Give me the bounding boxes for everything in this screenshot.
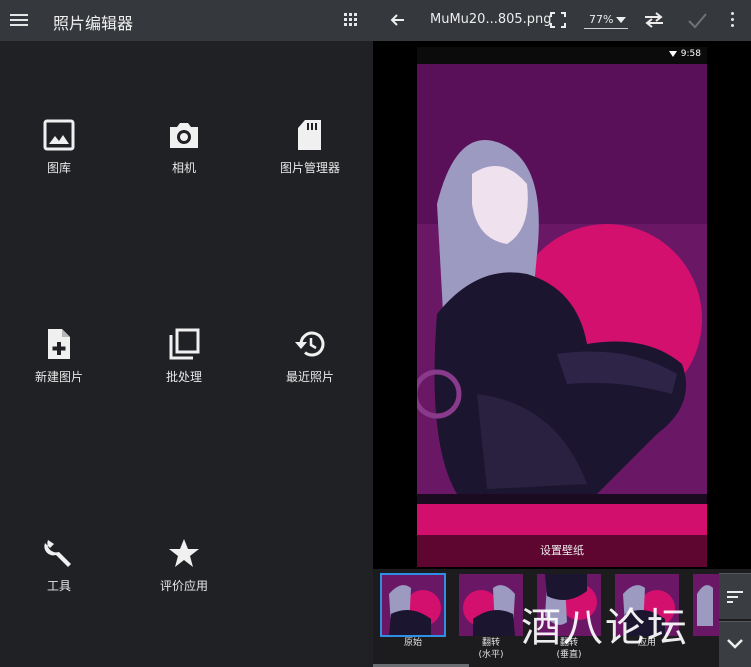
- app-root: 照片编辑器 图库 相机 图片管理器 新建图片 批处理 最近照片 工具 评价应用 …: [0, 0, 751, 667]
- tile-label: 图库: [46, 161, 71, 175]
- editor-panel: MuMu20...805.png 77% 9:58 设置壁纸 原始 翻转 (水平…: [373, 0, 751, 667]
- tile-image-manager[interactable]: 图片管理器: [255, 118, 365, 188]
- file-name: MuMu20...805.png: [430, 12, 552, 27]
- sd-card-icon: [298, 120, 321, 150]
- thumbnail-image: [459, 574, 523, 636]
- editor-toolbar: MuMu20...805.png 77%: [373, 0, 751, 41]
- batch-icon: [169, 328, 200, 360]
- watermark-text: 酒八论坛: [521, 605, 689, 651]
- star-icon: [169, 539, 199, 567]
- tile-tools[interactable]: 工具: [4, 536, 114, 606]
- home-toolbar: 照片编辑器: [0, 0, 373, 41]
- tile-recent-photos[interactable]: 最近照片: [255, 327, 365, 397]
- more-vert-icon[interactable]: [729, 12, 735, 28]
- thumbnail-label: 翻转 (水平): [478, 638, 504, 660]
- tile-gallery[interactable]: 图库: [4, 118, 114, 188]
- sort-button[interactable]: [719, 573, 751, 619]
- tile-label: 批处理: [165, 370, 202, 384]
- tile-label: 最近照片: [285, 370, 334, 384]
- tile-batch[interactable]: 批处理: [129, 327, 239, 397]
- tile-new-image[interactable]: 新建图片: [4, 327, 114, 397]
- fit-screen-icon[interactable]: [550, 12, 566, 28]
- app-title: 照片编辑器: [53, 14, 134, 33]
- back-arrow-icon[interactable]: [389, 12, 405, 28]
- history-icon: [295, 331, 325, 357]
- tile-label: 工具: [46, 579, 71, 593]
- tile-rate-app[interactable]: 评价应用: [129, 536, 239, 606]
- home-panel: 照片编辑器 图库 相机 图片管理器 新建图片 批处理 最近照片 工具 评价应用: [0, 0, 373, 667]
- tile-camera[interactable]: 相机: [129, 118, 239, 188]
- set-wallpaper-label: 设置壁纸: [417, 535, 707, 567]
- zoom-select[interactable]: 77%: [584, 11, 628, 29]
- expand-button[interactable]: [719, 621, 751, 667]
- tile-label: 评价应用: [159, 579, 208, 593]
- thumbnail-flip-horizontal[interactable]: [459, 574, 523, 636]
- status-time: 9:58: [680, 49, 701, 59]
- wrench-icon: [44, 540, 71, 567]
- tile-label: 相机: [171, 161, 196, 175]
- gallery-icon: [43, 119, 75, 151]
- thumbnail-next[interactable]: [693, 574, 719, 636]
- chevron-down-icon: [616, 17, 626, 23]
- tile-label: 新建图片: [34, 370, 83, 384]
- check-icon[interactable]: [687, 10, 707, 30]
- wallpaper-image: [417, 64, 707, 567]
- image-preview: 9:58 设置壁纸: [417, 47, 707, 567]
- preset-strip: 原始 翻转 (水平) 翻转 (垂直) 应用 酒八论坛: [373, 569, 751, 667]
- status-bar: 9:58: [668, 49, 701, 59]
- menu-icon[interactable]: [10, 11, 28, 27]
- wifi-icon: [668, 50, 677, 57]
- compare-swap-icon[interactable]: [643, 12, 665, 28]
- new-file-icon: [48, 329, 70, 359]
- tile-label: 图片管理器: [279, 161, 340, 175]
- thumbnail-label: 原始: [403, 638, 422, 648]
- camera-icon: [170, 123, 198, 148]
- zoom-value: 77%: [589, 13, 614, 26]
- thumbnail-image: [693, 574, 719, 636]
- thumbnail-original[interactable]: [380, 573, 446, 637]
- apps-grid-icon[interactable]: [344, 13, 358, 27]
- chevron-down-icon: [727, 639, 743, 649]
- sort-icon: [727, 591, 743, 603]
- thumbnail-image: [381, 574, 445, 636]
